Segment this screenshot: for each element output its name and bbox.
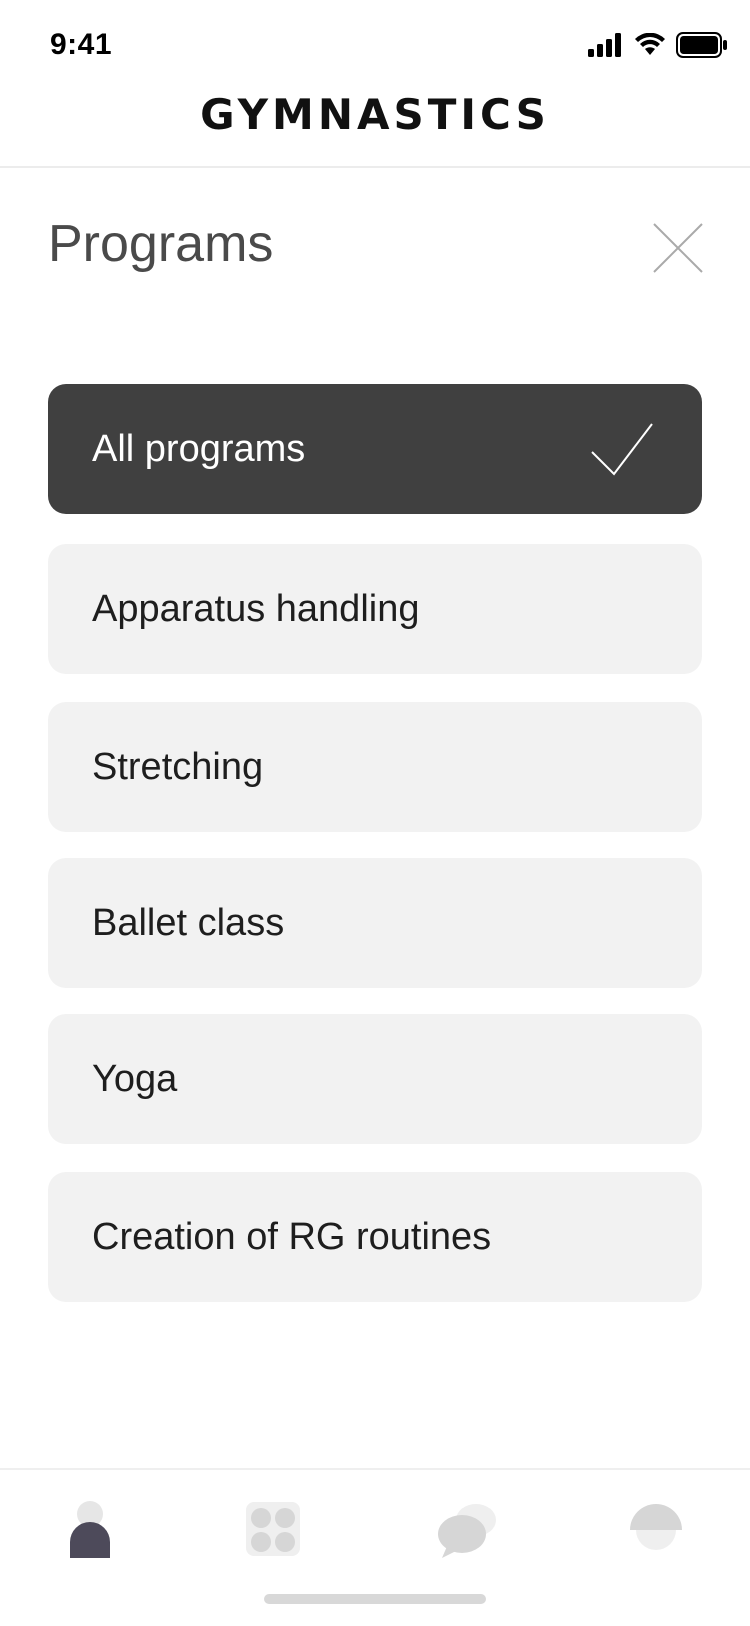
dome-icon bbox=[630, 1504, 682, 1550]
option-stretching[interactable]: Stretching bbox=[48, 702, 702, 832]
profile-icon bbox=[70, 1501, 110, 1558]
home-indicator bbox=[264, 1594, 486, 1604]
option-label: Ballet class bbox=[92, 902, 285, 944]
tab-chat[interactable] bbox=[436, 1500, 496, 1560]
close-button[interactable] bbox=[650, 220, 706, 276]
tab-programs[interactable] bbox=[244, 1500, 304, 1560]
signal-icon bbox=[588, 33, 621, 57]
tab-explore[interactable] bbox=[626, 1500, 686, 1560]
chat-icon bbox=[438, 1504, 496, 1558]
battery-icon bbox=[676, 32, 727, 58]
wifi-icon bbox=[635, 33, 665, 55]
grid-icon bbox=[246, 1502, 300, 1556]
checkmark-icon bbox=[591, 423, 653, 476]
option-label: Apparatus handling bbox=[92, 588, 420, 630]
option-label: All programs bbox=[92, 428, 306, 470]
tab-profile[interactable] bbox=[60, 1500, 120, 1560]
app-title: GYMNASTICS bbox=[200, 90, 550, 139]
page-title: Programs bbox=[48, 215, 274, 273]
status-icons bbox=[588, 32, 728, 58]
status-time: 9:41 bbox=[50, 28, 113, 61]
close-icon bbox=[653, 223, 703, 273]
option-label: Creation of RG routines bbox=[92, 1216, 492, 1258]
option-yoga[interactable]: Yoga bbox=[48, 1014, 702, 1144]
header-divider bbox=[0, 166, 750, 168]
option-all-programs[interactable]: All programs bbox=[48, 384, 702, 514]
option-label: Stretching bbox=[92, 746, 264, 788]
option-ballet-class[interactable]: Ballet class bbox=[48, 858, 702, 988]
status-bar: 9:41 bbox=[0, 0, 750, 90]
option-apparatus-handling[interactable]: Apparatus handling bbox=[48, 544, 702, 674]
option-label: Yoga bbox=[92, 1058, 178, 1100]
option-creation-of-rg-routines[interactable]: Creation of RG routines bbox=[48, 1172, 702, 1302]
